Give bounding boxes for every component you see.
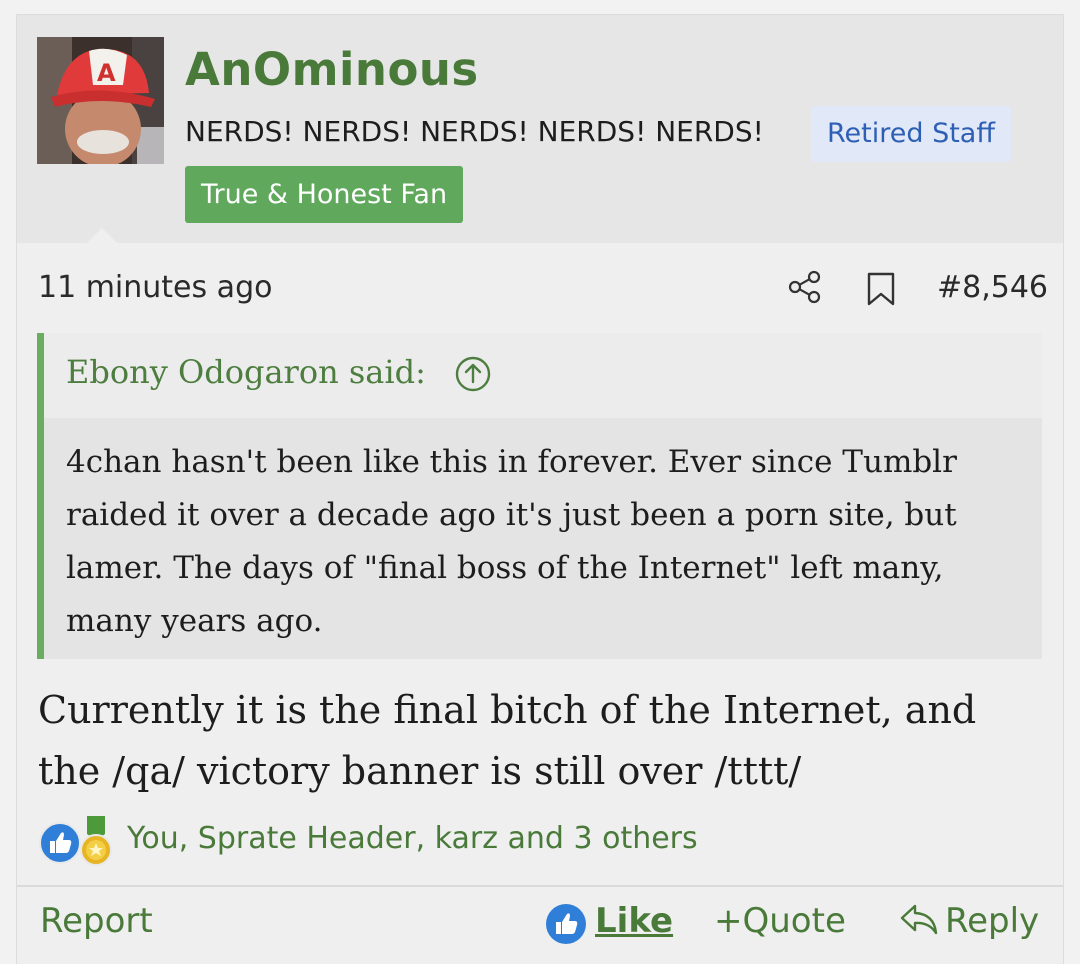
svg-text:A: A (97, 59, 116, 87)
quote-label: Quote (742, 901, 846, 941)
report-button[interactable]: Report (40, 901, 153, 941)
header-pointer (87, 228, 117, 243)
medal-icon (77, 816, 115, 868)
reaction-users-link[interactable]: You, Sprate Header, karz and 3 others (127, 821, 698, 856)
quote-button[interactable]: +Quote (714, 901, 846, 941)
like-icon (39, 822, 81, 864)
reaction-icons[interactable] (35, 816, 135, 868)
post-timestamp[interactable]: 11 minutes ago (38, 270, 272, 305)
user-title: NERDS! NERDS! NERDS! NERDS! NERDS! (185, 115, 764, 148)
reply-icon (899, 902, 939, 936)
quote-text: 4chan hasn't been like this in forever. … (66, 444, 957, 639)
footer-divider (17, 885, 1063, 887)
post-user-header: A AnOminous NERDS! NERDS! NERDS! NERDS! … (17, 15, 1063, 243)
quote-author[interactable]: Ebony Odogaron said: (66, 353, 426, 391)
post-message: Currently it is the final bitch of the I… (38, 688, 977, 793)
avatar[interactable]: A (37, 37, 164, 164)
like-label[interactable]: Like (595, 901, 673, 941)
like-icon (545, 903, 587, 945)
username[interactable]: AnOminous (185, 43, 479, 96)
plus-icon: + (714, 901, 743, 941)
share-icon[interactable] (787, 269, 823, 305)
arrow-up-circle-icon[interactable] (454, 355, 492, 393)
bookmark-icon[interactable] (865, 271, 897, 307)
post-card: A AnOminous NERDS! NERDS! NERDS! NERDS! … (16, 14, 1064, 964)
quote-body: 4chan hasn't been like this in forever. … (44, 418, 1042, 659)
post-number[interactable]: #8,546 (937, 270, 1048, 305)
reply-button[interactable]: Reply (899, 901, 1039, 941)
reply-label: Reply (945, 901, 1040, 941)
user-banner-retired-staff: Retired Staff (811, 106, 1011, 162)
quote-block: Ebony Odogaron said: 4chan hasn't been l… (37, 333, 1042, 659)
user-banner-fan: True & Honest Fan (185, 166, 464, 223)
quote-header: Ebony Odogaron said: (44, 333, 1042, 418)
